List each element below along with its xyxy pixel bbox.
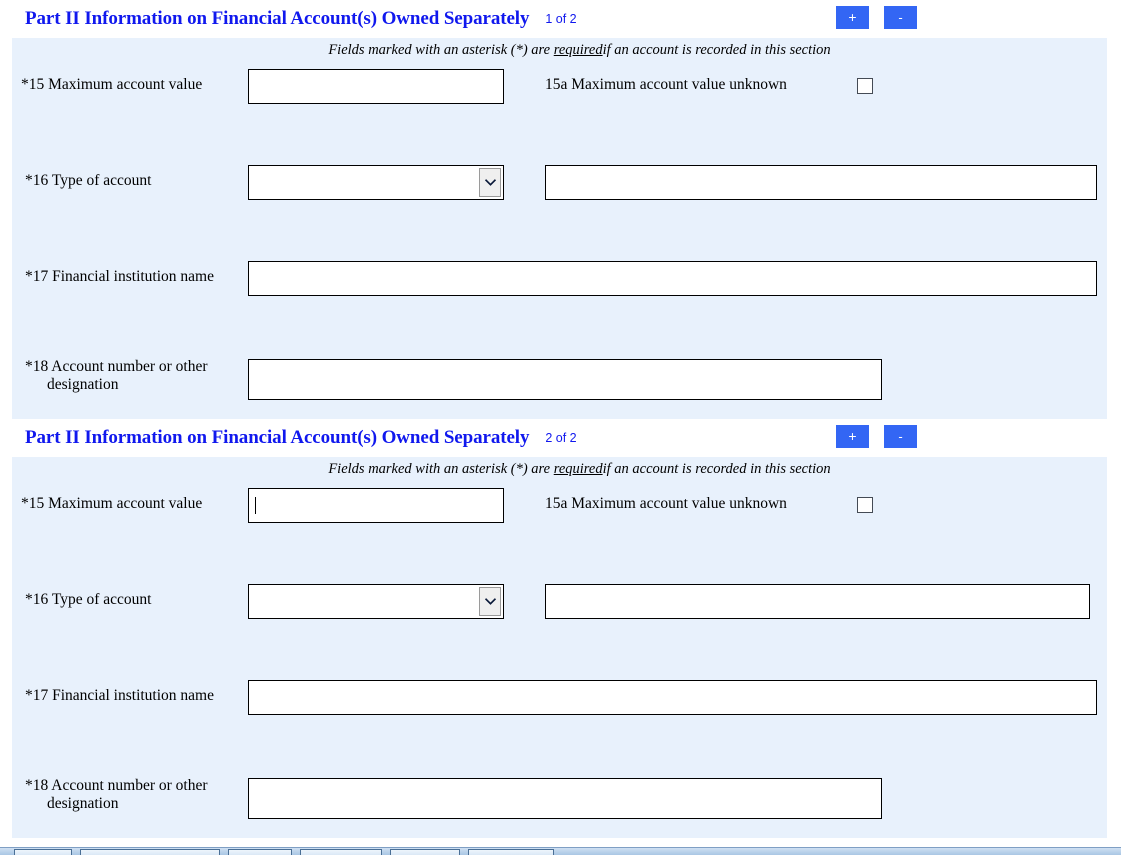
field-row-18-2: *18 Account number or other designation [12, 625, 1107, 819]
label-max-account-value: *15 Maximum account value [21, 76, 203, 93]
section-header-2: Part II Information on Financial Account… [0, 419, 1121, 457]
max-account-value-unknown-checkbox[interactable] [857, 78, 873, 94]
field-row-20-21-1: 20 City 21 State [12, 308, 1107, 600]
section-title-1: Part II Information on Financial Account… [25, 8, 530, 29]
field-row-18-1: *18 Account number or other designation [12, 206, 1107, 400]
field-row-17-1: *17 Financial institution name [12, 158, 1107, 296]
bottom-toolbar-item[interactable] [14, 849, 72, 855]
page-counter-1: 1 of 2 [545, 12, 577, 26]
field-row-16-1: *16 Type of account [12, 110, 1107, 200]
form-page: Part II Information on Financial Account… [0, 0, 1121, 855]
required-note-1: Fields marked with an asterisk (*) are r… [328, 41, 831, 58]
label-max-account-value-unknown-2: 15a Maximum account value unknown [545, 495, 787, 512]
page-counter-2: 2 of 2 [545, 431, 577, 445]
label-max-account-value-2: *15 Maximum account value [21, 495, 203, 512]
section-header-1: Part II Information on Financial Account… [0, 0, 1121, 38]
section-controls-2: + - [836, 425, 917, 448]
field-row-19-1: 19 Address [12, 260, 1107, 501]
field-row-15-1: *15 Maximum account value 15a Maximum ac… [12, 62, 1107, 110]
text-caret [255, 497, 256, 514]
section-title-2: Part II Information on Financial Account… [25, 427, 530, 448]
bottom-toolbar-strip [0, 847, 1121, 855]
add-account-button[interactable]: + [836, 6, 869, 29]
form-panel-1: Fields marked with an asterisk (*) are r… [12, 38, 1107, 697]
field-row-15-2: *15 Maximum account value 15a Maximum ac… [12, 481, 1107, 529]
field-row-20-21-2: 20 City 21 State [12, 727, 1107, 775]
required-note-underlined-2: required [553, 460, 603, 477]
remove-account-button[interactable]: - [884, 6, 917, 29]
bottom-toolbar-item[interactable] [228, 849, 292, 855]
bottom-toolbar-item[interactable] [468, 849, 554, 855]
label-max-account-value-unknown: 15a Maximum account value unknown [545, 76, 787, 93]
required-note-underlined: required [553, 41, 603, 58]
field-row-22-23-1: 22 Foreign postal code *23 Country/ Regi… [12, 356, 1107, 697]
field-row-17-2: *17 Financial institution name [12, 577, 1107, 715]
add-account-button-2[interactable]: + [836, 425, 869, 448]
section-controls-1: + - [836, 6, 917, 29]
field-row-16-2: *16 Type of account [12, 529, 1107, 619]
max-account-value-unknown-checkbox-2[interactable] [857, 497, 873, 513]
bottom-toolbar-item[interactable] [80, 849, 220, 855]
remove-account-button-2[interactable]: - [884, 425, 917, 448]
required-note-row-2: Fields marked with an asterisk (*) are r… [12, 457, 1107, 481]
max-account-value-input-2[interactable] [248, 488, 504, 523]
required-note-row-1: Fields marked with an asterisk (*) are r… [12, 38, 1107, 62]
form-panel-2: Fields marked with an asterisk (*) are r… [12, 457, 1107, 838]
field-row-19-2: 19 Address [12, 679, 1107, 727]
required-note-2: Fields marked with an asterisk (*) are r… [328, 460, 831, 477]
bottom-toolbar-item[interactable] [390, 849, 460, 855]
bottom-toolbar-item[interactable] [300, 849, 382, 855]
field-row-22-23-2: 22 Foreign postal code *23 Country/ Regi… [12, 775, 1107, 823]
max-account-value-input[interactable] [248, 69, 504, 104]
